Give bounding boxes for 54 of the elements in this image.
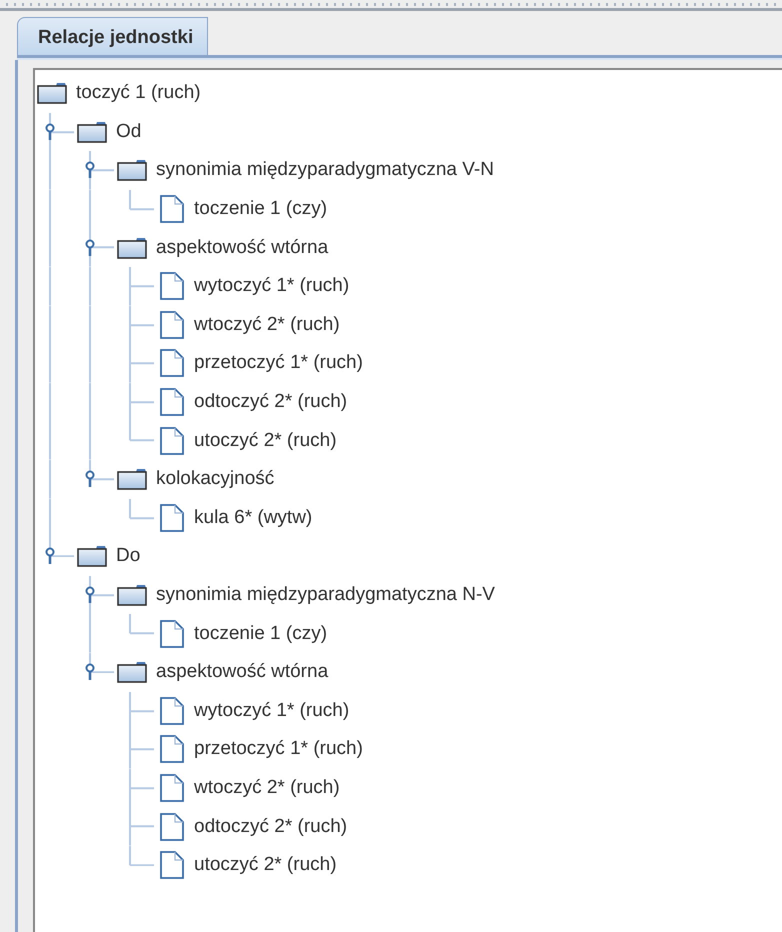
document-icon bbox=[159, 310, 185, 339]
tree-guide-lines bbox=[129, 730, 157, 769]
tree-node-label[interactable]: wtoczyć 2* (ruch) bbox=[194, 776, 340, 799]
tree-node-label[interactable]: wytoczyć 1* (ruch) bbox=[194, 275, 350, 298]
folder-icon bbox=[77, 120, 107, 144]
folder-icon bbox=[117, 660, 147, 684]
tree-node-label[interactable]: toczenie 1 (czy) bbox=[194, 198, 328, 220]
tree-node-label[interactable]: aspektowość wtórna bbox=[156, 236, 328, 259]
expand-handle-icon[interactable] bbox=[44, 546, 56, 564]
folder-icon bbox=[117, 158, 147, 182]
tree-node-label[interactable]: synonimia międzyparadygmatyczna V-N bbox=[156, 159, 494, 182]
document-icon bbox=[159, 851, 185, 880]
tree-node-label[interactable]: utoczyć 2* (ruch) bbox=[194, 854, 337, 876]
tree-node-label[interactable]: przetoczyć 1* (ruch) bbox=[194, 352, 363, 374]
tree-node-label[interactable]: wytoczyć 1* (ruch) bbox=[194, 700, 350, 722]
tree-node-label[interactable]: synonimia międzyparadygmatyczna N-V bbox=[156, 584, 495, 606]
tree-guide-lines bbox=[129, 768, 157, 808]
document-icon bbox=[159, 812, 185, 841]
tree-node-label[interactable]: aspektowość wtórna bbox=[156, 661, 328, 684]
tree-node-label[interactable]: Do bbox=[116, 545, 140, 568]
tree-node-label[interactable]: przetoczyć 1* (ruch) bbox=[194, 738, 363, 760]
folder-icon bbox=[117, 467, 147, 492]
document-icon bbox=[159, 426, 185, 455]
document-icon bbox=[159, 388, 185, 416]
tree-guide-lines bbox=[129, 692, 157, 730]
expand-handle-icon[interactable] bbox=[84, 238, 96, 256]
tree-node-label[interactable]: wtoczyć 2* (ruch) bbox=[194, 314, 340, 336]
document-icon bbox=[159, 504, 185, 532]
document-icon bbox=[159, 620, 185, 648]
document-icon bbox=[159, 774, 185, 802]
drag-grip[interactable] bbox=[0, 0, 782, 11]
tree-node-label[interactable]: toczyć 1 (ruch) bbox=[76, 82, 201, 104]
document-icon bbox=[159, 272, 185, 300]
document-icon bbox=[159, 735, 185, 764]
document-icon bbox=[159, 195, 185, 224]
expand-handle-icon[interactable] bbox=[44, 122, 56, 140]
expand-handle-icon[interactable] bbox=[84, 469, 96, 488]
folder-icon bbox=[37, 81, 67, 106]
document-icon bbox=[159, 349, 185, 378]
expand-handle-icon[interactable] bbox=[84, 160, 96, 178]
tree-node-label[interactable]: Od bbox=[116, 120, 142, 143]
tree-node-label[interactable]: odtoczyć 2* (ruch) bbox=[194, 816, 348, 838]
folder-icon bbox=[77, 544, 107, 568]
tree-node-label[interactable]: kula 6* (wytw) bbox=[194, 506, 312, 529]
tree-node-label[interactable]: toczenie 1 (czy) bbox=[194, 622, 328, 645]
tab[interactable]: Relacje jednostki bbox=[17, 17, 208, 55]
tree-node-label[interactable]: utoczyć 2* (ruch) bbox=[194, 430, 337, 452]
folder-icon bbox=[117, 236, 147, 260]
tree-node-label[interactable]: odtoczyć 2* (ruch) bbox=[194, 391, 348, 414]
expand-handle-icon[interactable] bbox=[84, 662, 96, 680]
expand-handle-icon[interactable] bbox=[84, 585, 96, 604]
tree-node-label[interactable]: kolokacyjność bbox=[156, 468, 274, 490]
folder-icon bbox=[117, 583, 147, 608]
document-icon bbox=[159, 696, 185, 725]
